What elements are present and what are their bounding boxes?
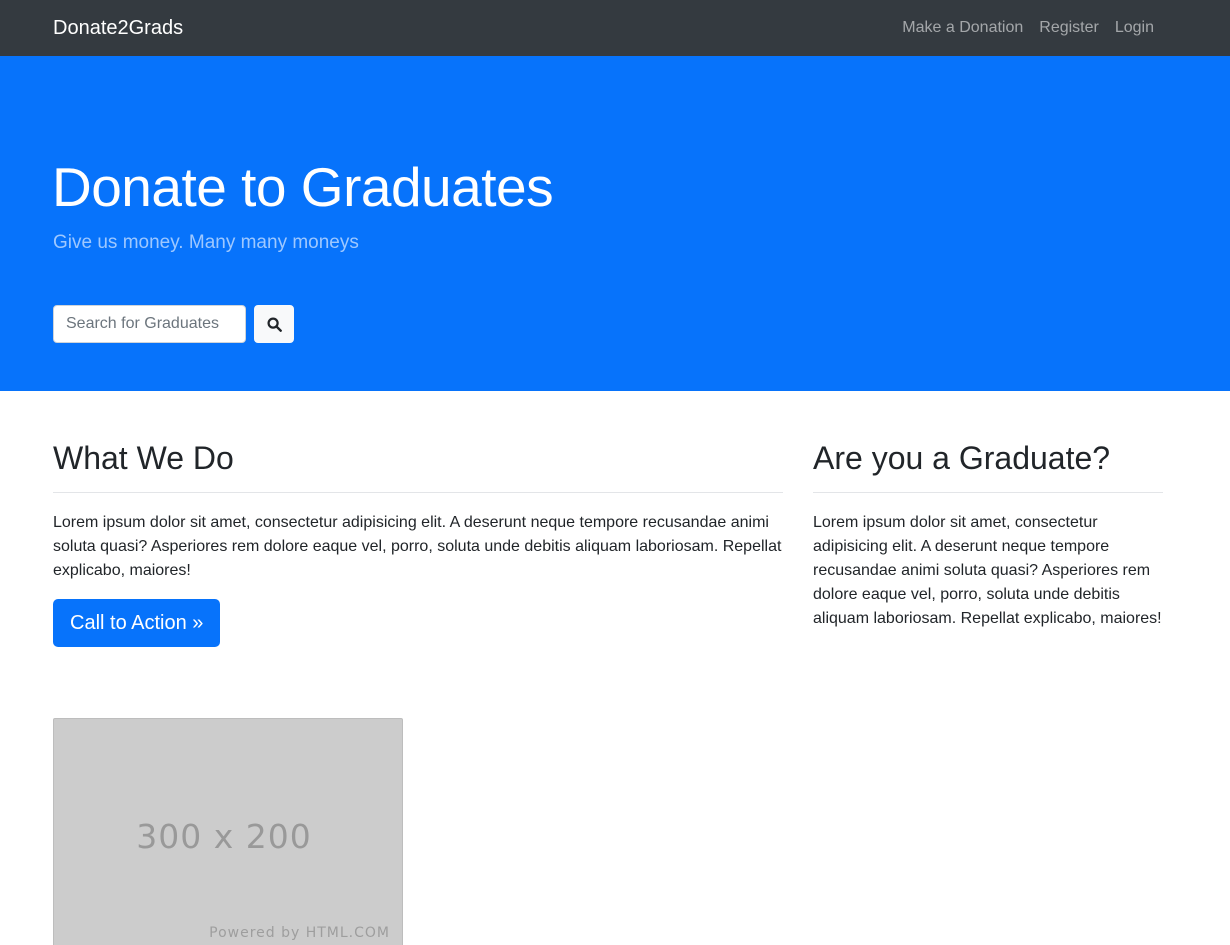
search-input[interactable] — [53, 305, 246, 343]
hero-title: Donate to Graduates — [52, 156, 554, 218]
what-we-do-title: What We Do — [53, 440, 234, 476]
placeholder-credit: Powered by HTML.COM — [209, 925, 390, 941]
what-we-do-text: Lorem ipsum dolor sit amet, consectetur … — [53, 514, 782, 579]
graduate-text: Lorem ipsum dolor sit amet, consectetur … — [813, 514, 1162, 627]
nav-link-login[interactable]: Login — [1115, 17, 1154, 39]
graduate-section: Are you a Graduate? Lorem ipsum dolor si… — [813, 438, 1163, 631]
nav-link-register[interactable]: Register — [1039, 17, 1099, 39]
divider — [53, 492, 783, 493]
nav-links: Make a Donation Register Login — [902, 17, 1154, 39]
placeholder-image: 300 x 200 Powered by HTML.COM — [53, 718, 403, 945]
search-icon — [266, 316, 282, 332]
hero-jumbotron: Donate to Graduates Give us money. Many … — [0, 56, 1230, 391]
graduate-title: Are you a Graduate? — [813, 440, 1111, 476]
call-to-action-button[interactable]: Call to Action » — [53, 599, 221, 647]
what-we-do-section: What We Do Lorem ipsum dolor sit amet, c… — [53, 438, 783, 647]
divider — [813, 492, 1163, 493]
hero-subtitle: Give us money. Many many moneys — [53, 232, 359, 253]
nav-link-make-donation[interactable]: Make a Donation — [902, 17, 1023, 39]
placeholder-size-label: 300 x 200 — [136, 817, 312, 856]
search-button[interactable] — [254, 305, 294, 343]
brand-link[interactable]: Donate2Grads — [53, 16, 183, 40]
navbar: Donate2Grads Make a Donation Register Lo… — [0, 0, 1230, 56]
